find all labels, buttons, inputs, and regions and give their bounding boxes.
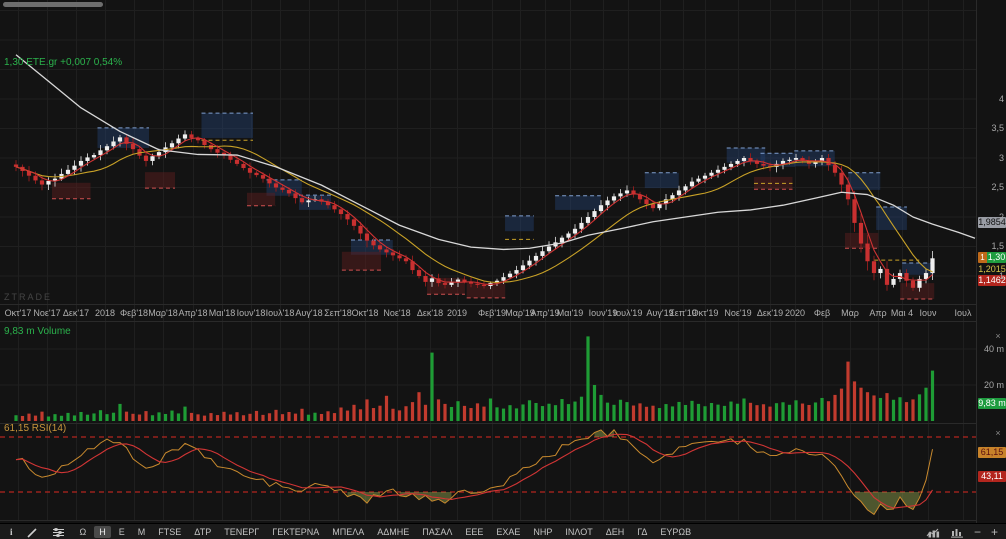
time-tick: Απρ xyxy=(869,308,887,318)
symbol-button-Η[interactable]: Η xyxy=(94,526,111,538)
time-tick: Μαι'18 xyxy=(208,308,236,318)
time-tick: Οκτ'18 xyxy=(351,308,379,318)
rsi-pane-title: 61,15 RSI(14) xyxy=(4,423,67,434)
symbol-button-ΕΥΡΩΒ[interactable]: ΕΥΡΩΒ xyxy=(655,526,696,538)
zoom-out-button[interactable]: − xyxy=(974,526,981,538)
symbol-button-ΤΕΝΕΡΓ[interactable]: ΤΕΝΕΡΓ xyxy=(219,526,264,538)
time-tick: Μαι 4 xyxy=(890,308,914,318)
time-tick: Δεκ'19 xyxy=(756,308,784,318)
price-tick: 1 xyxy=(998,271,1004,281)
price-tick: 2 xyxy=(998,212,1004,222)
time-tick: Νοε'17 xyxy=(33,308,61,318)
volume-pane-close-icon[interactable]: × xyxy=(993,331,1003,341)
price-tick: 1,5 xyxy=(991,241,1004,251)
support-zones-layer xyxy=(52,172,935,300)
symbol-button-ΓΕΚΤΕΡΝΑ[interactable]: ΓΕΚΤΕΡΝΑ xyxy=(267,526,324,538)
symbol-button-ΑΔΜΗΕ[interactable]: ΑΔΜΗΕ xyxy=(372,526,414,538)
price-tick: 4 xyxy=(998,94,1004,104)
zoom-in-button[interactable]: + xyxy=(991,526,998,538)
symbol-button-Ε[interactable]: Ε xyxy=(114,526,130,538)
volume-bars-icon[interactable] xyxy=(950,527,964,538)
symbol-button-ΝΗΡ[interactable]: ΝΗΡ xyxy=(528,526,557,538)
price-tick: 3 xyxy=(998,153,1004,163)
scroll-indicator[interactable] xyxy=(3,2,103,7)
trading-app: 1,30 ETE.gr +0,007 0,54% ZTRADE 9,83 m V… xyxy=(0,0,1006,539)
time-tick: Ιουν xyxy=(919,308,937,318)
time-tick: Μαρ'18 xyxy=(148,308,178,318)
candles-layer xyxy=(13,130,935,292)
time-tick: Δεκ'17 xyxy=(62,308,90,318)
symbol-button-ΜΠΕΛΑ[interactable]: ΜΠΕΛΑ xyxy=(327,526,369,538)
indicators-list-icon[interactable] xyxy=(52,527,65,538)
price-tick: 3,5 xyxy=(991,123,1004,133)
time-tick: Οκτ'19 xyxy=(691,308,719,318)
volume-value-label: 9,83 m xyxy=(978,398,1006,409)
last-price-label: 1,30 xyxy=(987,252,1006,263)
volume-pane-title: 9,83 m Volume xyxy=(4,326,71,337)
time-tick: Απρ'18 xyxy=(178,308,208,318)
time-tick: Ιουλ'19 xyxy=(613,308,643,318)
countdown-label: 1 xyxy=(978,252,987,263)
price-axis[interactable]: 1,9854 1 1,30 1,2015 1,1462 9,83 m 61,15… xyxy=(976,0,1006,523)
time-tick: Νοε'18 xyxy=(383,308,411,318)
symbol-button-FTSE[interactable]: FTSE xyxy=(153,526,186,538)
symbol-button-ΕΧΑΕ[interactable]: ΕΧΑΕ xyxy=(491,526,525,538)
chart-canvas[interactable] xyxy=(0,0,976,523)
time-tick: Σεπ'18 xyxy=(324,308,352,318)
ticker-overlay: 1,30 ETE.gr +0,007 0,54% xyxy=(4,57,123,68)
chart-style-icon[interactable] xyxy=(926,527,940,538)
draw-pencil-icon[interactable] xyxy=(26,527,38,538)
last-price-cluster: 1 1,30 xyxy=(978,252,1006,263)
time-tick: Μαι'19 xyxy=(556,308,584,318)
time-axis[interactable]: Οκτ'17 Νοε'17 Δεκ'17 2018 Φεβ'18 Μαρ'18 Απρ'18… xyxy=(0,304,976,322)
pane-separators xyxy=(0,423,976,521)
resistance-zones-layer xyxy=(97,112,935,275)
time-tick: Απρ'19 xyxy=(530,308,560,318)
info-icon[interactable]: i xyxy=(10,527,13,537)
time-tick: Φεβ'18 xyxy=(119,308,149,318)
time-tick: Φεβ xyxy=(813,308,831,318)
time-tick: Ιουλ xyxy=(954,308,972,318)
time-tick: 2020 xyxy=(784,308,806,318)
time-tick: Δεκ'18 xyxy=(416,308,444,318)
rsi-pane-close-icon[interactable]: × xyxy=(993,428,1003,438)
time-tick: Αυγ'18 xyxy=(295,308,323,318)
watermark: ZTRADE xyxy=(4,292,52,302)
time-tick: Ιουν'18 xyxy=(236,308,266,318)
time-tick: 2019 xyxy=(446,308,468,318)
time-tick: Μαρ xyxy=(841,308,859,318)
time-tick: Ιουλ'18 xyxy=(265,308,295,318)
symbol-button-ΠΑΣΑΛ[interactable]: ΠΑΣΑΛ xyxy=(417,526,457,538)
time-tick: 2018 xyxy=(94,308,116,318)
time-tick: Φεβ'19 xyxy=(477,308,507,318)
moving-averages-layer xyxy=(15,54,976,285)
price-tick: 20 m xyxy=(983,380,1004,390)
symbol-button-ΔΤΡ[interactable]: ΔΤΡ xyxy=(189,526,216,538)
symbol-button-Ω[interactable]: Ω xyxy=(75,526,92,538)
bottom-toolbar: i Ω Η Ε Μ FTSE ΔΤΡ ΤΕΝΕΡΓ ΓΕΚΤΕΡΝΑ ΜΠΕΛΑ ΑΔΜΗΕ ΠΑΣ… xyxy=(0,523,1006,539)
symbol-button-ΕΕΕ[interactable]: ΕΕΕ xyxy=(460,526,488,538)
symbol-button-row: Ω Η Ε Μ FTSE ΔΤΡ ΤΕΝΕΡΓ ΓΕΚΤΕΡΝΑ ΜΠΕΛΑ ΑΔΜΗΕ ΠΑΣΑΛ… xyxy=(75,526,697,538)
rsi-signal-value-label: 43,11 xyxy=(978,471,1006,482)
rsi-value-label: 61,15 xyxy=(978,447,1006,458)
grid-layer xyxy=(0,0,976,520)
price-tick: 40 m xyxy=(983,344,1004,354)
time-tick: Οκτ'17 xyxy=(4,308,32,318)
symbol-button-ΙΝΛΟΤ[interactable]: ΙΝΛΟΤ xyxy=(560,526,597,538)
rsi-layer xyxy=(0,429,976,516)
symbol-button-ΓΔ[interactable]: ΓΔ xyxy=(632,526,652,538)
symbol-button-Μ[interactable]: Μ xyxy=(133,526,151,538)
price-tick: 2,5 xyxy=(991,182,1004,192)
time-tick: Νοε'19 xyxy=(724,308,752,318)
symbol-button-ΔΕΗ[interactable]: ΔΕΗ xyxy=(601,526,630,538)
